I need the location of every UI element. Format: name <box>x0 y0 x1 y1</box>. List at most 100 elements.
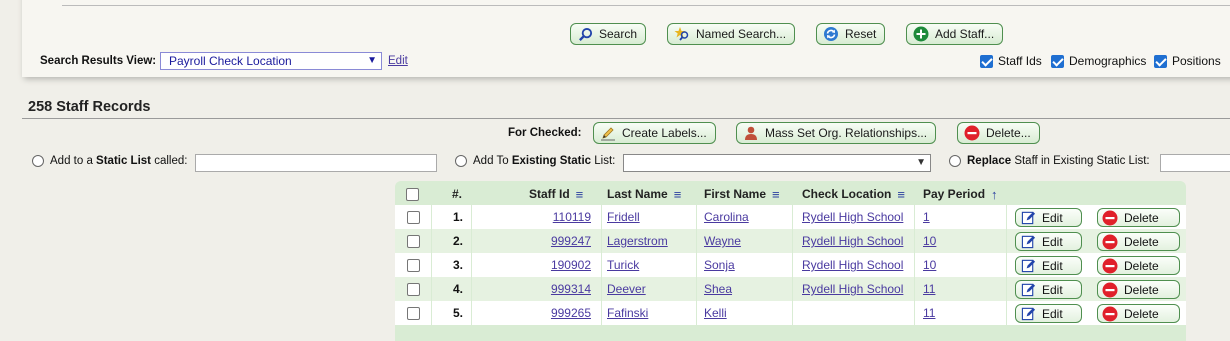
add-existing-static-text: Add To Existing Static List: <box>473 155 616 167</box>
row-checkbox-cell[interactable] <box>407 253 420 277</box>
first-name-link[interactable]: Shea <box>704 282 732 296</box>
delete-row-button[interactable]: Delete <box>1097 256 1180 275</box>
delete-row-button[interactable]: Delete <box>1097 208 1180 227</box>
delete-row-button[interactable]: Delete <box>1097 232 1180 251</box>
pay-period-cell: 11 <box>923 277 935 301</box>
column-divider <box>914 229 915 253</box>
row-checkbox-cell[interactable] <box>407 277 420 301</box>
staff-id-link-text[interactable]: 999314 <box>551 282 591 296</box>
pay-period-link[interactable]: 10 <box>923 234 936 248</box>
first-name-cell: Carolina <box>704 205 749 229</box>
edit-row-button[interactable]: Edit <box>1015 280 1082 299</box>
pay-period-link[interactable]: 11 <box>923 306 935 320</box>
add-existing-static-radio[interactable] <box>455 155 467 167</box>
add-staff-button[interactable]: Add Staff... <box>906 23 1004 45</box>
sort-menu-icon[interactable]: ≡ <box>772 187 780 202</box>
pay-period-link[interactable]: 10 <box>923 258 936 272</box>
check-location-link[interactable]: Rydell High School <box>802 258 903 272</box>
first-name-link[interactable]: Wayne <box>704 234 741 248</box>
column-divider <box>1006 301 1007 325</box>
delete-row-button[interactable]: Delete <box>1097 304 1180 323</box>
named-search-button[interactable]: Named Search... <box>667 23 796 45</box>
pay-period-cell: 1 <box>923 205 930 229</box>
check-location-link[interactable]: Rydell High School <box>802 282 903 296</box>
row-checkbox[interactable] <box>407 234 420 248</box>
column-divider <box>792 277 793 301</box>
staff-id-link-text[interactable]: 999247 <box>551 234 591 248</box>
reset-button-label: Reset <box>845 27 877 41</box>
column-header-first-name[interactable]: First Name ≡ <box>704 181 780 207</box>
results-view-select[interactable]: Payroll Check Location ▼ <box>160 52 382 70</box>
row-checkbox-cell[interactable] <box>407 205 420 229</box>
table-row: 3. 190902 Turick Sonja Rydell High School 10 E… <box>395 253 1186 277</box>
add-staff-button-label: Add Staff... <box>935 27 995 41</box>
row-checkbox-cell[interactable] <box>407 229 420 253</box>
replace-static-list-select[interactable] <box>1160 154 1230 172</box>
column-divider <box>471 301 472 325</box>
first-name-link[interactable]: Kelli <box>704 306 727 320</box>
staff-id-link: 999247 <box>471 229 591 253</box>
positions-checkbox[interactable] <box>1154 54 1167 68</box>
column-header-check-location[interactable]: Check Location ≡ <box>802 181 905 207</box>
column-divider <box>431 277 432 301</box>
column-header-pay-period[interactable]: Pay Period ↑ <box>923 181 998 207</box>
delete-row-button[interactable]: Delete <box>1097 280 1180 299</box>
column-divider <box>914 301 915 325</box>
add-existing-static-option[interactable]: Add To Existing Static List: <box>455 155 615 167</box>
edit-row-button[interactable]: Edit <box>1015 232 1082 251</box>
replace-static-radio[interactable] <box>949 155 961 167</box>
staff-id-link-text[interactable]: 110119 <box>553 210 591 224</box>
pay-period-link[interactable]: 11 <box>923 282 935 296</box>
staff-id-link-text[interactable]: 999265 <box>551 306 591 320</box>
mass-set-org-button[interactable]: Mass Set Org. Relationships... <box>736 122 937 144</box>
sort-menu-icon[interactable]: ≡ <box>576 187 584 202</box>
reset-button[interactable]: Reset <box>816 23 886 45</box>
row-checkbox[interactable] <box>407 210 420 224</box>
row-checkbox[interactable] <box>407 258 420 272</box>
last-name-link[interactable]: Lagerstrom <box>607 234 668 248</box>
demographics-checkbox[interactable] <box>1051 54 1064 68</box>
add-static-list-option[interactable]: Add to a Static List called: <box>32 155 187 167</box>
results-view-edit-link[interactable]: Edit <box>388 55 408 67</box>
first-name-link[interactable]: Sonja <box>704 258 735 272</box>
existing-static-list-select[interactable]: ▼ <box>623 154 931 172</box>
last-name-link[interactable]: Turick <box>607 258 639 272</box>
option-positions[interactable]: Positions <box>1154 54 1221 68</box>
last-name-link[interactable]: Fridell <box>607 210 640 224</box>
check-location-link[interactable]: Rydell High School <box>802 234 903 248</box>
option-staff-ids[interactable]: Staff Ids <box>980 54 1042 68</box>
column-header-staff-id[interactable]: Staff Id ≡ <box>529 181 583 207</box>
add-static-list-radio[interactable] <box>32 155 44 167</box>
row-number: 4. <box>452 282 463 296</box>
create-labels-button[interactable]: Create Labels... <box>593 122 716 144</box>
select-all-checkbox[interactable] <box>406 187 419 201</box>
static-list-name-input[interactable] <box>195 154 437 172</box>
staff-id-link-text[interactable]: 190902 <box>551 258 591 272</box>
records-title: 258 Staff Records <box>28 99 151 115</box>
first-name-link[interactable]: Carolina <box>704 210 749 224</box>
replace-static-option[interactable]: Replace Staff in Existing Static List: <box>949 155 1150 167</box>
last-name-link[interactable]: Deever <box>607 282 646 296</box>
row-checkbox[interactable] <box>407 306 420 320</box>
last-name-link[interactable]: Fafinski <box>607 306 648 320</box>
pay-period-link[interactable]: 1 <box>923 210 930 224</box>
sort-menu-icon[interactable]: ≡ <box>674 187 682 202</box>
edit-row-button[interactable]: Edit <box>1015 256 1082 275</box>
delete-checked-button[interactable]: Delete... <box>957 122 1040 144</box>
edit-row-button[interactable]: Edit <box>1015 208 1082 227</box>
row-checkbox-cell[interactable] <box>407 301 420 325</box>
row-checkbox[interactable] <box>407 282 420 296</box>
column-header-last-name[interactable]: Last Name ≡ <box>607 181 681 207</box>
option-demographics[interactable]: Demographics <box>1051 54 1146 68</box>
column-divider <box>431 205 432 229</box>
edit-row-button[interactable]: Edit <box>1015 304 1082 323</box>
sort-menu-icon[interactable]: ≡ <box>897 187 905 202</box>
edit-icon <box>1020 306 1036 322</box>
column-divider <box>601 277 602 301</box>
staff-ids-checkbox[interactable] <box>980 54 993 68</box>
sort-ascending-icon[interactable]: ↑ <box>991 187 998 202</box>
minus-circle-icon <box>1102 210 1118 226</box>
check-location-link[interactable]: Rydell High School <box>802 210 903 224</box>
search-button[interactable]: Search <box>570 23 647 45</box>
select-all-header[interactable] <box>406 181 419 207</box>
